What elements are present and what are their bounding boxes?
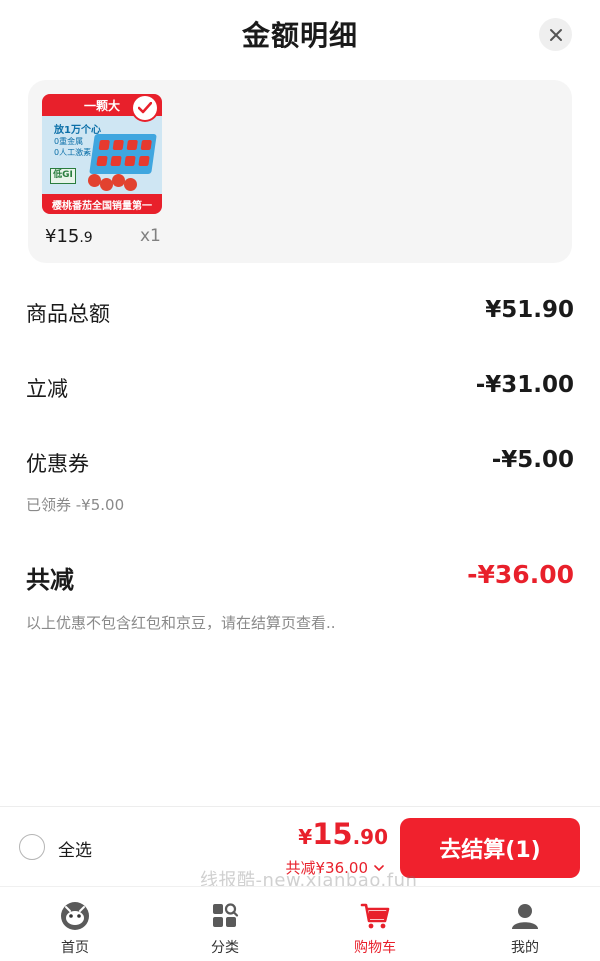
price-integer: 15 <box>56 226 80 247</box>
product-price: ¥15.9 <box>45 226 93 247</box>
tab-cart-label: 购物车 <box>354 940 396 956</box>
image-headline: 放1万个心 <box>54 125 101 136</box>
tab-category[interactable]: 分类 <box>150 887 300 961</box>
tab-home[interactable]: 首页 <box>0 887 150 961</box>
tab-profile-label: 我的 <box>511 940 539 956</box>
image-feature-2: 0人工激素 <box>54 148 92 157</box>
subtotal-label: 商品总额 <box>26 302 110 326</box>
product-box-illustration <box>89 134 157 174</box>
subtotal-value: ¥51.90 <box>485 297 574 323</box>
select-all-radio[interactable] <box>19 834 45 860</box>
total-price: ¥15.90 <box>298 817 388 851</box>
total-price-integer: 15 <box>312 817 353 851</box>
tab-cart[interactable]: 购物车 <box>300 887 450 961</box>
cart-icon <box>360 901 390 931</box>
coupon-value: -¥5.00 <box>491 447 574 473</box>
select-all-label[interactable]: 全选 <box>58 836 92 861</box>
category-grid-icon <box>210 901 240 931</box>
disclaimer-text: 以上优惠不包含红包和京豆，请在结算页查看.. <box>26 614 336 632</box>
product-quantity: x1 <box>140 226 161 246</box>
coupon-note: 已领券 -¥5.00 <box>26 496 125 514</box>
total-reduction-value: -¥36.00 <box>467 560 574 589</box>
instant-discount-label: 立减 <box>26 377 68 401</box>
price-currency: ¥ <box>45 226 57 247</box>
total-price-currency: ¥ <box>298 825 313 849</box>
home-mascot-icon <box>60 901 90 931</box>
total-price-decimal: .90 <box>352 825 388 849</box>
page-title: 金额明细 <box>241 19 358 52</box>
close-button[interactable] <box>539 18 572 51</box>
tab-category-label: 分类 <box>211 940 239 956</box>
product-image[interactable]: 一颗大 放1万个心 0重金属 0人工激素 低GI 樱桃番茄全国销量第一 <box>42 94 162 214</box>
coupon-label: 优惠券 <box>26 452 89 476</box>
header: 金额明细 <box>0 0 600 66</box>
user-icon <box>510 901 540 931</box>
close-icon <box>549 28 562 41</box>
instant-discount-value: -¥31.00 <box>475 372 574 398</box>
checkmark-icon <box>133 96 157 120</box>
total-reduction-label: 共减 <box>26 566 74 594</box>
checkout-button[interactable]: 去结算(1) <box>400 818 580 878</box>
bottom-tab-bar: 首页 分类 购物车 我的 <box>0 886 600 961</box>
tomato-icon <box>124 178 137 191</box>
tab-profile[interactable]: 我的 <box>450 887 600 961</box>
image-bottom-banner: 樱桃番茄全国销量第一 <box>42 194 162 214</box>
price-decimal: .9 <box>79 230 93 246</box>
product-card: 一颗大 放1万个心 0重金属 0人工激素 低GI 樱桃番茄全国销量第一 ¥15.… <box>28 80 572 263</box>
tab-home-label: 首页 <box>61 940 89 956</box>
image-feature-1: 0重金属 <box>54 137 84 146</box>
low-gi-badge: 低GI <box>50 168 76 184</box>
image-bottom-text: 樱桃番茄全国销量第一 <box>52 201 152 212</box>
